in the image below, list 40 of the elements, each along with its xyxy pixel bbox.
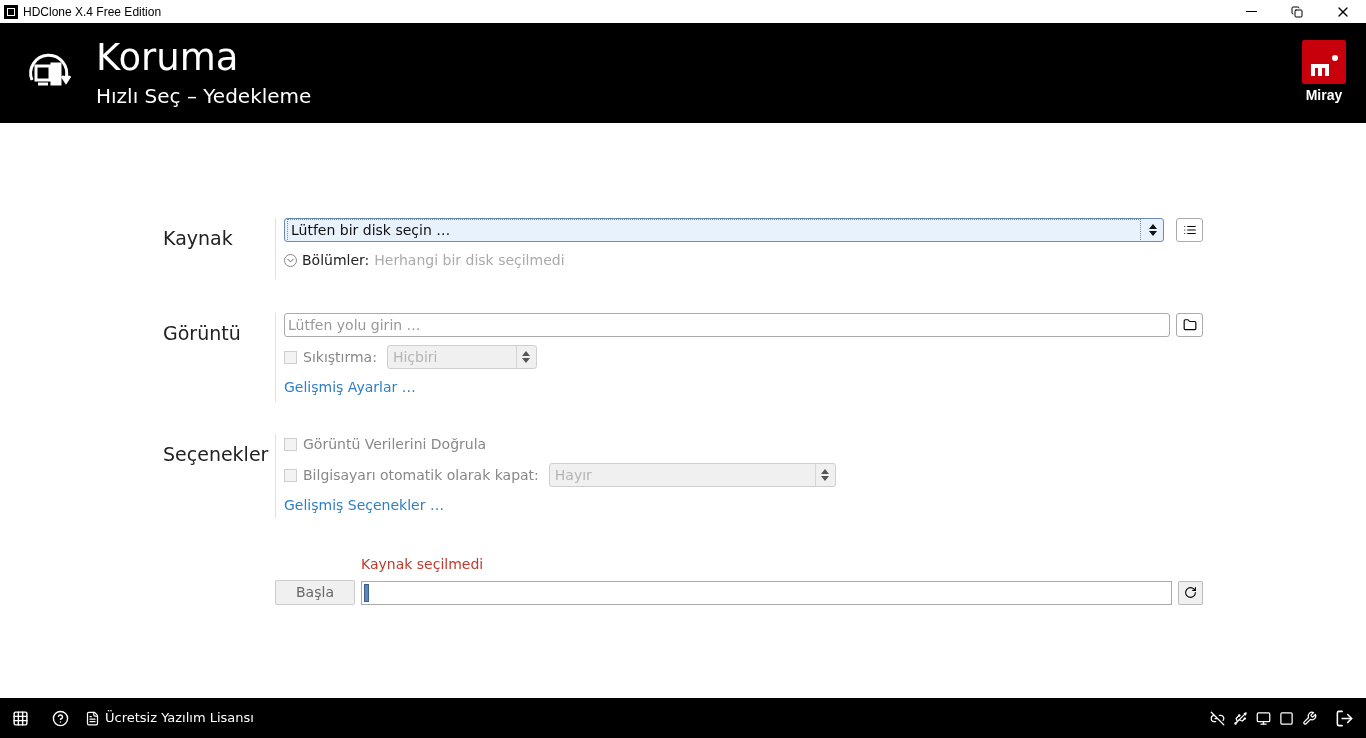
advanced-options-link[interactable]: Gelişmiş Seçenekler … [284, 495, 1203, 518]
usb-icon[interactable] [1233, 710, 1248, 726]
monitor-icon[interactable] [1256, 710, 1271, 726]
browse-button[interactable] [1176, 313, 1203, 337]
path-field[interactable]: Lütfen yolu girin … [284, 313, 1170, 337]
brand-name: Miray [1305, 86, 1343, 105]
list-icon [1182, 223, 1197, 237]
list-button[interactable] [1176, 218, 1203, 242]
section-label: Seçenekler [163, 442, 267, 467]
compression-label: Sıkıştırma: [303, 347, 377, 367]
spinner-icon [821, 469, 830, 481]
exit-icon[interactable] [1335, 708, 1354, 728]
spinner-icon [522, 351, 531, 363]
partitions-label: Bölümler: [302, 251, 370, 270]
section-label: Kaynak [163, 226, 234, 251]
refresh-icon [1184, 586, 1197, 599]
advanced-settings-link[interactable]: Gelişmiş Ayarlar … [284, 377, 1203, 402]
section-label: Görüntü [163, 321, 242, 346]
window-title: HDClone X.4 Free Edition [23, 3, 163, 21]
license-link[interactable]: Ücretsiz Yazılım Lisansı [105, 708, 254, 728]
restore-icon [1291, 5, 1303, 18]
disk-select[interactable]: Lütfen bir disk seçin … [284, 218, 1164, 242]
app-icon [4, 4, 18, 19]
window-icon[interactable] [1279, 710, 1294, 726]
spinner-icon [1149, 224, 1157, 236]
page-title: Koruma [96, 36, 240, 80]
minimize-icon [1245, 11, 1257, 12]
apps-grid-icon[interactable] [12, 709, 29, 727]
status-message: Kaynak seçilmedi [361, 555, 485, 574]
option-label: Görüntü Verilerini Doğrula [303, 435, 487, 454]
option-label: Bilgisayarı otomatik olarak kapat: [303, 465, 539, 485]
folder-icon [1182, 318, 1197, 332]
refresh-button[interactable] [1178, 580, 1203, 605]
settings-icon[interactable] [1302, 710, 1317, 726]
unlinked-icon[interactable] [1210, 710, 1225, 726]
partitions-value: Herhangi bir disk seçilmedi [374, 251, 565, 270]
page-subtitle: Hızlı Seç – Yedekleme [96, 83, 313, 110]
help-icon[interactable] [52, 709, 69, 727]
document-icon [85, 710, 100, 726]
brand-logo-icon [1302, 40, 1346, 84]
